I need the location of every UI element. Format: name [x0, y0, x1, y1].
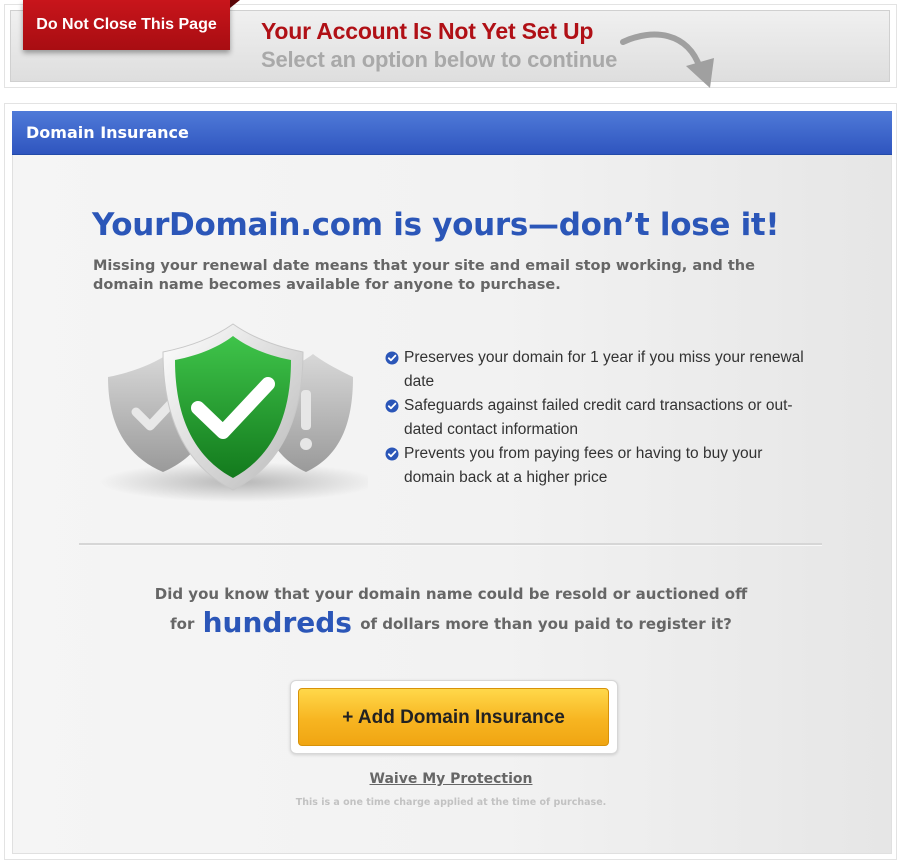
- fine-print: This is a one time charge applied at the…: [295, 797, 607, 808]
- benefits-list: Preserves your domain for 1 year if you …: [385, 346, 805, 490]
- question-line-1: Did you know that your domain name could…: [154, 585, 748, 603]
- benefit-text: Prevents you from paying fees or having …: [404, 445, 763, 486]
- page-title: Your Account Is Not Yet Set Up: [261, 18, 594, 44]
- list-item: Preserves your domain for 1 year if you …: [385, 346, 805, 394]
- blue-check-circle-icon: [385, 399, 399, 413]
- benefit-text: Safeguards against failed credit card tr…: [404, 397, 793, 438]
- page-subtitle: Select an option below to continue: [261, 47, 618, 72]
- blue-check-circle-icon: [385, 447, 399, 461]
- question-prefix: for: [170, 615, 195, 633]
- add-domain-insurance-button[interactable]: + Add Domain Insurance: [298, 688, 609, 746]
- headline: YourDomain.com is yours—don’t lose it!: [92, 207, 780, 243]
- blue-check-circle-icon: [385, 351, 399, 365]
- panel-header: Domain Insurance: [12, 111, 892, 155]
- question-emphasis: hundreds: [202, 606, 352, 639]
- question-line-2: for hundreds of dollars more than you pa…: [0, 606, 902, 639]
- waive-protection-link[interactable]: Waive My Protection: [0, 771, 902, 787]
- divider: [79, 543, 822, 546]
- intro-text: Missing your renewal date means that you…: [93, 258, 755, 293]
- green-check-shield-icon: [98, 323, 368, 502]
- ribbon-fold: [230, 0, 240, 8]
- curved-arrow-icon: [620, 31, 714, 88]
- do-not-close-ribbon: Do Not Close This Page: [23, 0, 230, 50]
- benefit-text: Preserves your domain for 1 year if you …: [404, 349, 804, 390]
- list-item: Safeguards against failed credit card tr…: [385, 394, 805, 442]
- list-item: Prevents you from paying fees or having …: [385, 442, 805, 490]
- question-suffix: of dollars more than you paid to registe…: [360, 615, 732, 633]
